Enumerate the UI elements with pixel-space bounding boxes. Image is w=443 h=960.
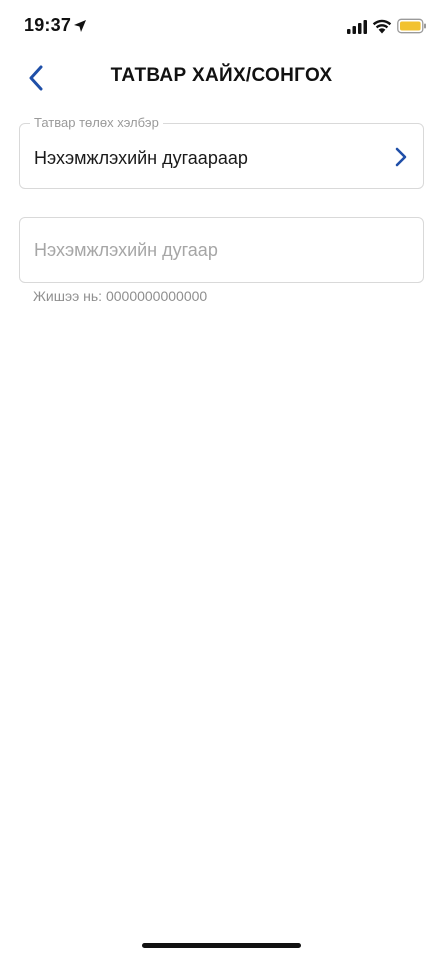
status-bar: 19:37 (0, 0, 443, 54)
cellular-signal-icon (347, 20, 367, 34)
screen: 19:37 ТАТВАР ХАЙХ/СОНГОХ Татвар төлөх хэ… (0, 0, 443, 960)
battery-icon (397, 18, 426, 34)
chevron-right-icon (395, 147, 407, 167)
header: ТАТВАР ХАЙХ/СОНГОХ (0, 54, 443, 102)
home-indicator[interactable] (142, 943, 301, 948)
invoice-number-field (19, 217, 424, 283)
invoice-number-helper: Жишээ нь: 0000000000000 (33, 288, 208, 304)
page-title: ТАТВАР ХАЙХ/СОНГОХ (110, 65, 333, 86)
payment-type-label: Татвар төлөх хэлбэр (30, 115, 163, 130)
invoice-number-input[interactable] (20, 218, 423, 282)
wifi-icon (372, 19, 392, 34)
location-arrow-icon (74, 20, 86, 32)
status-time: 19:37 (24, 15, 72, 35)
payment-type-select[interactable]: Татвар төлөх хэлбэр Нэхэмжлэхийн дугаара… (19, 115, 424, 189)
payment-type-value: Нэхэмжлэхийн дугаараар (34, 148, 248, 168)
